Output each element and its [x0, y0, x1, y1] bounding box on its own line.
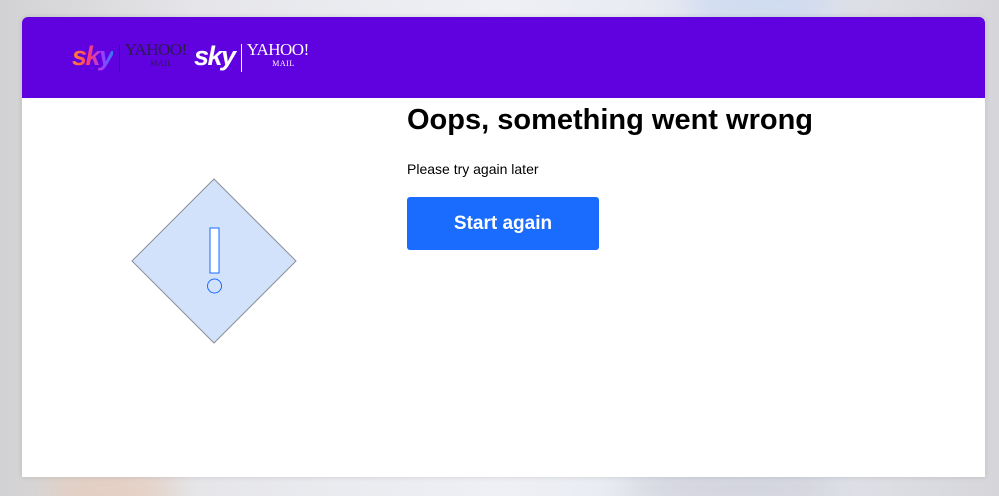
error-message: Please try again later: [407, 161, 539, 177]
sky-yahoo-mail-logo-white: sky YAHOO! MAIL: [194, 41, 309, 75]
logo-divider: [240, 44, 242, 72]
logo-divider: [118, 44, 120, 72]
header-bar: sky YAHOO! MAIL sky YAHOO! MAIL: [22, 17, 985, 98]
start-again-button[interactable]: Start again: [407, 197, 599, 250]
yahoo-wordmark: YAHOO!: [246, 40, 310, 59]
sky-wordmark: sky: [72, 41, 114, 71]
yahoo-mail-wordmark: YAHOO! MAIL: [246, 40, 310, 69]
mail-wordmark: MAIL: [150, 59, 173, 68]
error-title: Oops, something went wrong: [407, 104, 813, 136]
error-card: sky YAHOO! MAIL sky YAHOO! MAIL Oops, so…: [22, 17, 985, 477]
mail-wordmark: MAIL: [272, 59, 295, 68]
warning-diamond-icon: [131, 178, 297, 344]
yahoo-mail-wordmark: YAHOO! MAIL: [124, 40, 188, 69]
sky-wordmark: sky: [194, 41, 236, 71]
yahoo-wordmark: YAHOO!: [124, 40, 188, 59]
sky-yahoo-mail-logo-color: sky YAHOO! MAIL: [72, 41, 187, 75]
